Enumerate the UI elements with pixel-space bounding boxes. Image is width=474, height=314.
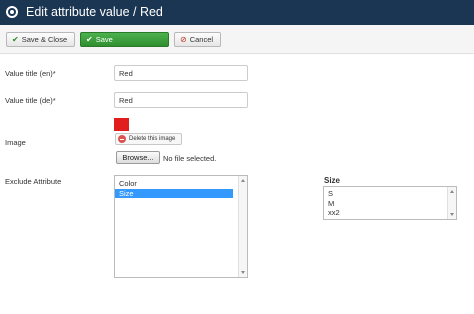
save-button[interactable]: ✔ Save (80, 32, 169, 47)
size-select[interactable]: S M xx2 (323, 186, 457, 220)
browse-label: Browse... (122, 153, 154, 162)
remove-icon (118, 135, 126, 143)
title-en-input[interactable] (114, 65, 248, 81)
cancel-label: Cancel (189, 35, 214, 44)
size-heading: Size (324, 176, 341, 185)
scrollbar[interactable] (238, 176, 247, 277)
circle-dot-icon (6, 6, 18, 18)
scroll-up-icon[interactable] (241, 179, 245, 182)
image-preview (114, 118, 129, 131)
scroll-up-icon[interactable] (450, 190, 454, 193)
save-close-button[interactable]: ✔ Save & Close (6, 32, 75, 47)
page-title: Edit attribute value / Red (26, 5, 163, 19)
cancel-button[interactable]: ⊘ Cancel (174, 32, 221, 47)
scrollbar[interactable] (447, 187, 456, 219)
check-icon: ✔ (12, 34, 19, 44)
image-label: Image (5, 138, 26, 147)
browse-button[interactable]: Browse... (116, 151, 160, 164)
scroll-down-icon[interactable] (450, 213, 454, 216)
title-en-label: Value title (en)* (5, 69, 56, 78)
option-m[interactable]: M (324, 199, 456, 209)
title-de-label: Value title (de)* (5, 96, 56, 105)
save-label: Save (95, 35, 113, 44)
save-close-label: Save & Close (21, 35, 68, 44)
delete-image-label: Delete this image (129, 136, 176, 142)
exclude-attribute-select[interactable]: Color Size (114, 175, 248, 278)
option-xx2[interactable]: xx2 (324, 208, 456, 218)
option-s[interactable]: S (324, 189, 456, 199)
delete-image-button[interactable]: Delete this image (115, 133, 182, 145)
toolbar: ✔ Save & Close ✔ Save ⊘ Cancel (0, 25, 474, 54)
scroll-down-icon[interactable] (241, 271, 245, 274)
option-color[interactable]: Color (115, 179, 247, 189)
option-size[interactable]: Size (115, 188, 233, 198)
cancel-circle-icon: ⊘ (180, 34, 187, 44)
title-de-input[interactable] (114, 92, 248, 108)
title-bar: Edit attribute value / Red (0, 0, 474, 25)
file-status: No file selected. (163, 154, 217, 163)
check-icon: ✔ (86, 34, 93, 44)
exclude-attribute-label: Exclude Attribute (5, 177, 62, 186)
